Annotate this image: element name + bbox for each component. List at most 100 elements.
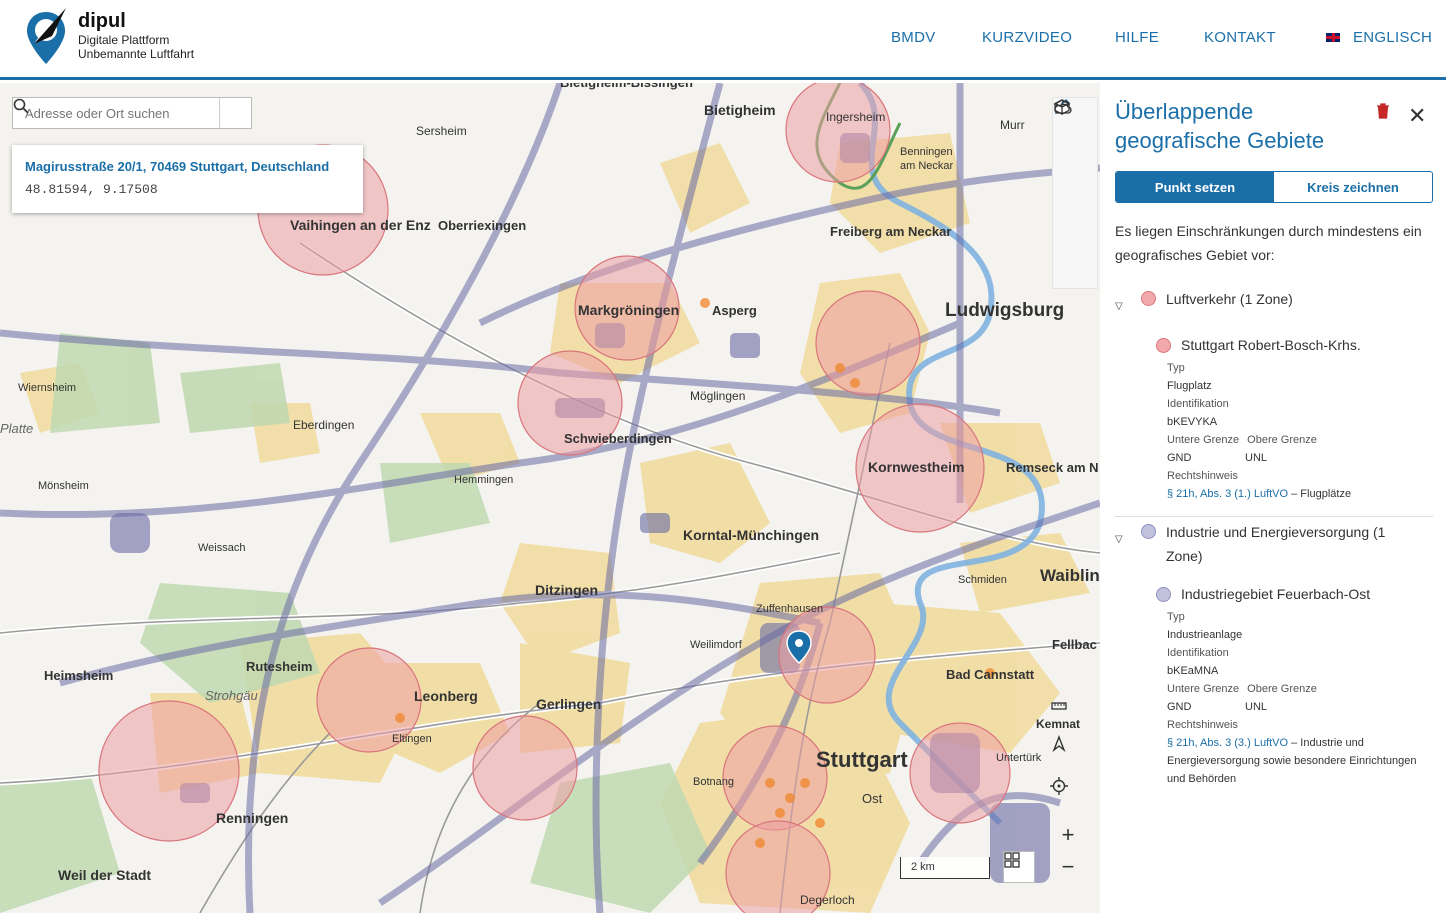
svg-text:Bad Cannstatt: Bad Cannstatt xyxy=(946,667,1035,682)
tab-kreis-zeichnen[interactable]: Kreis zeichnen xyxy=(1274,172,1432,202)
law-link[interactable]: § 21h, Abs. 3 (1.) LuftVO xyxy=(1167,488,1288,500)
svg-text:Kornwestheim: Kornwestheim xyxy=(868,459,964,475)
ruler-icon xyxy=(1051,702,1067,710)
search-box xyxy=(12,97,252,129)
svg-text:Schmiden: Schmiden xyxy=(958,574,1007,586)
zone-name: Stuttgart Robert-Bosch-Krhs. xyxy=(1181,337,1361,353)
typ-label: Typ xyxy=(1167,362,1185,374)
3d-button[interactable] xyxy=(1053,99,1097,290)
svg-text:Ingersheim: Ingersheim xyxy=(826,110,885,124)
svg-text:Heimsheim: Heimsheim xyxy=(44,668,113,683)
zoom-in-button[interactable]: + xyxy=(1050,817,1086,853)
svg-text:Mönsheim: Mönsheim xyxy=(38,480,89,492)
id-value: bKEVYKA xyxy=(1167,416,1218,428)
svg-text:Bietigheim-Bissingen: Bietigheim-Bissingen xyxy=(560,83,693,90)
svg-text:Weilimdorf: Weilimdorf xyxy=(690,639,743,651)
svg-text:Benningen: Benningen xyxy=(900,146,953,158)
upper-label: Obere Grenze xyxy=(1247,683,1317,695)
lower-value: GND xyxy=(1167,701,1192,713)
trash-icon xyxy=(1377,103,1389,119)
close-button[interactable]: ✕ xyxy=(1408,103,1426,129)
svg-text:Bietigheim: Bietigheim xyxy=(704,102,776,118)
svg-text:Platte: Platte xyxy=(0,421,33,436)
svg-text:Degerloch: Degerloch xyxy=(800,893,855,907)
zone-item[interactable]: Industriegebiet Feuerbach-Ost xyxy=(1156,586,1435,602)
svg-text:Stuttgart: Stuttgart xyxy=(816,747,908,772)
info-panel: Überlappende geografische Gebiete ✕ Punk… xyxy=(1100,83,1446,913)
search-button[interactable] xyxy=(13,98,251,128)
svg-text:Hemmingen: Hemmingen xyxy=(454,474,513,486)
typ-value: Industrieanlage xyxy=(1167,629,1243,641)
zone-details: Typ Flugplatz Identifikation bKEVYKA Unt… xyxy=(1167,359,1435,503)
minus-icon: − xyxy=(1061,854,1075,879)
law-link[interactable]: § 21h, Abs. 3 (3.) LuftVO xyxy=(1167,737,1288,749)
basemap-button[interactable] xyxy=(1003,851,1035,883)
svg-text:Schwieberdingen: Schwieberdingen xyxy=(564,431,672,446)
svg-text:Botnang: Botnang xyxy=(693,776,734,788)
plus-icon: + xyxy=(1061,822,1075,847)
scale-label: 2 km xyxy=(911,861,935,873)
svg-text:Sersheim: Sersheim xyxy=(416,124,467,138)
svg-text:Fellbac: Fellbac xyxy=(1052,637,1097,652)
collapse-triangle-icon: ▽ xyxy=(1115,534,1123,545)
tab-punkt-setzen[interactable]: Punkt setzen xyxy=(1116,172,1274,202)
location-popup: Magirusstraße 20/1, 70469 Stuttgart, Deu… xyxy=(12,145,363,213)
nav-kurzvideo[interactable]: KURZVIDEO xyxy=(982,29,1072,46)
svg-text:Oberriexingen: Oberriexingen xyxy=(438,218,526,233)
map-canvas[interactable]: Bietigheim-Bissingen Bietigheim Sersheim… xyxy=(0,83,1100,913)
mode-toggle: Punkt setzen Kreis zeichnen xyxy=(1115,171,1433,203)
brand-line-2: Unbemannte Luftfahrt xyxy=(78,47,195,61)
popup-coordinates: 48.81594, 9.17508 xyxy=(25,182,158,197)
north-button[interactable] xyxy=(1050,735,1086,771)
zoom-out-button[interactable]: − xyxy=(1050,849,1086,885)
panel-title: Überlappende geografische Gebiete xyxy=(1115,99,1325,153)
svg-text:Weissach: Weissach xyxy=(198,542,245,554)
scale-bar: 2 km xyxy=(900,857,990,879)
draw-button[interactable] xyxy=(1053,98,1097,194)
grid-icon xyxy=(1004,852,1020,868)
id-label: Identifikation xyxy=(1167,647,1229,659)
intro-text: Es liegen Einschränkungen durch mindeste… xyxy=(1115,223,1422,263)
lower-value: GND xyxy=(1167,452,1192,464)
upper-label: Obere Grenze xyxy=(1247,434,1317,446)
lower-label: Untere Grenze xyxy=(1167,434,1240,446)
section-header[interactable]: ▽ Luftverkehr (1 Zone) xyxy=(1115,287,1435,319)
search-input[interactable] xyxy=(13,98,219,128)
nav-hilfe[interactable]: HILFE xyxy=(1115,29,1159,46)
svg-text:am Neckar: am Neckar xyxy=(900,160,954,172)
section-header[interactable]: ▽ Industrie und Energieversorgung (1 Zon… xyxy=(1115,520,1435,568)
section-heading: Luftverkehr (1 Zone) xyxy=(1166,291,1293,307)
weather-button[interactable] xyxy=(1053,100,1097,242)
brand[interactable]: dipul Digitale Plattform Unbemannte Luft… xyxy=(78,10,194,61)
svg-text:Strohgäu: Strohgäu xyxy=(205,688,258,703)
dipul-logo[interactable] xyxy=(20,6,72,66)
law-label: Rechtshinweis xyxy=(1167,470,1238,482)
upper-value: UNL xyxy=(1245,701,1268,713)
svg-text:Ludwigsburg: Ludwigsburg xyxy=(945,300,1064,321)
measure-button[interactable] xyxy=(1050,697,1086,733)
zone-color-dot xyxy=(1141,524,1156,539)
svg-text:Waiblin: Waiblin xyxy=(1040,566,1100,585)
svg-text:Weil der Stadt: Weil der Stadt xyxy=(58,867,151,883)
zone-color-dot xyxy=(1156,586,1171,602)
cube-icon xyxy=(1054,99,1070,115)
brand-name: dipul xyxy=(78,10,126,32)
nav-bmdv[interactable]: BMDV xyxy=(891,29,936,46)
uk-flag-icon xyxy=(1325,32,1341,43)
collapse-triangle-icon: ▽ xyxy=(1115,301,1123,312)
language-label: ENGLISCH xyxy=(1353,29,1433,46)
crosshair-icon xyxy=(1050,777,1068,795)
svg-text:Gerlingen: Gerlingen xyxy=(536,696,601,712)
locate-button[interactable] xyxy=(1050,777,1086,813)
section-luftverkehr: ▽ Luftverkehr (1 Zone) Stuttgart Robert-… xyxy=(1115,287,1435,503)
language-switch[interactable]: ENGLISCH xyxy=(1325,29,1432,46)
search-icon xyxy=(13,98,29,114)
nav-kontakt[interactable]: KONTAKT xyxy=(1204,29,1276,46)
svg-text:Vaihingen an der Enz: Vaihingen an der Enz xyxy=(290,217,431,233)
close-icon: ✕ xyxy=(1408,103,1427,128)
popup-address[interactable]: Magirusstraße 20/1, 70469 Stuttgart, Deu… xyxy=(25,159,350,174)
delete-button[interactable] xyxy=(1376,103,1390,124)
zone-item[interactable]: Stuttgart Robert-Bosch-Krhs. xyxy=(1156,337,1435,353)
id-label: Identifikation xyxy=(1167,398,1229,410)
svg-text:Eltingen: Eltingen xyxy=(392,733,432,745)
